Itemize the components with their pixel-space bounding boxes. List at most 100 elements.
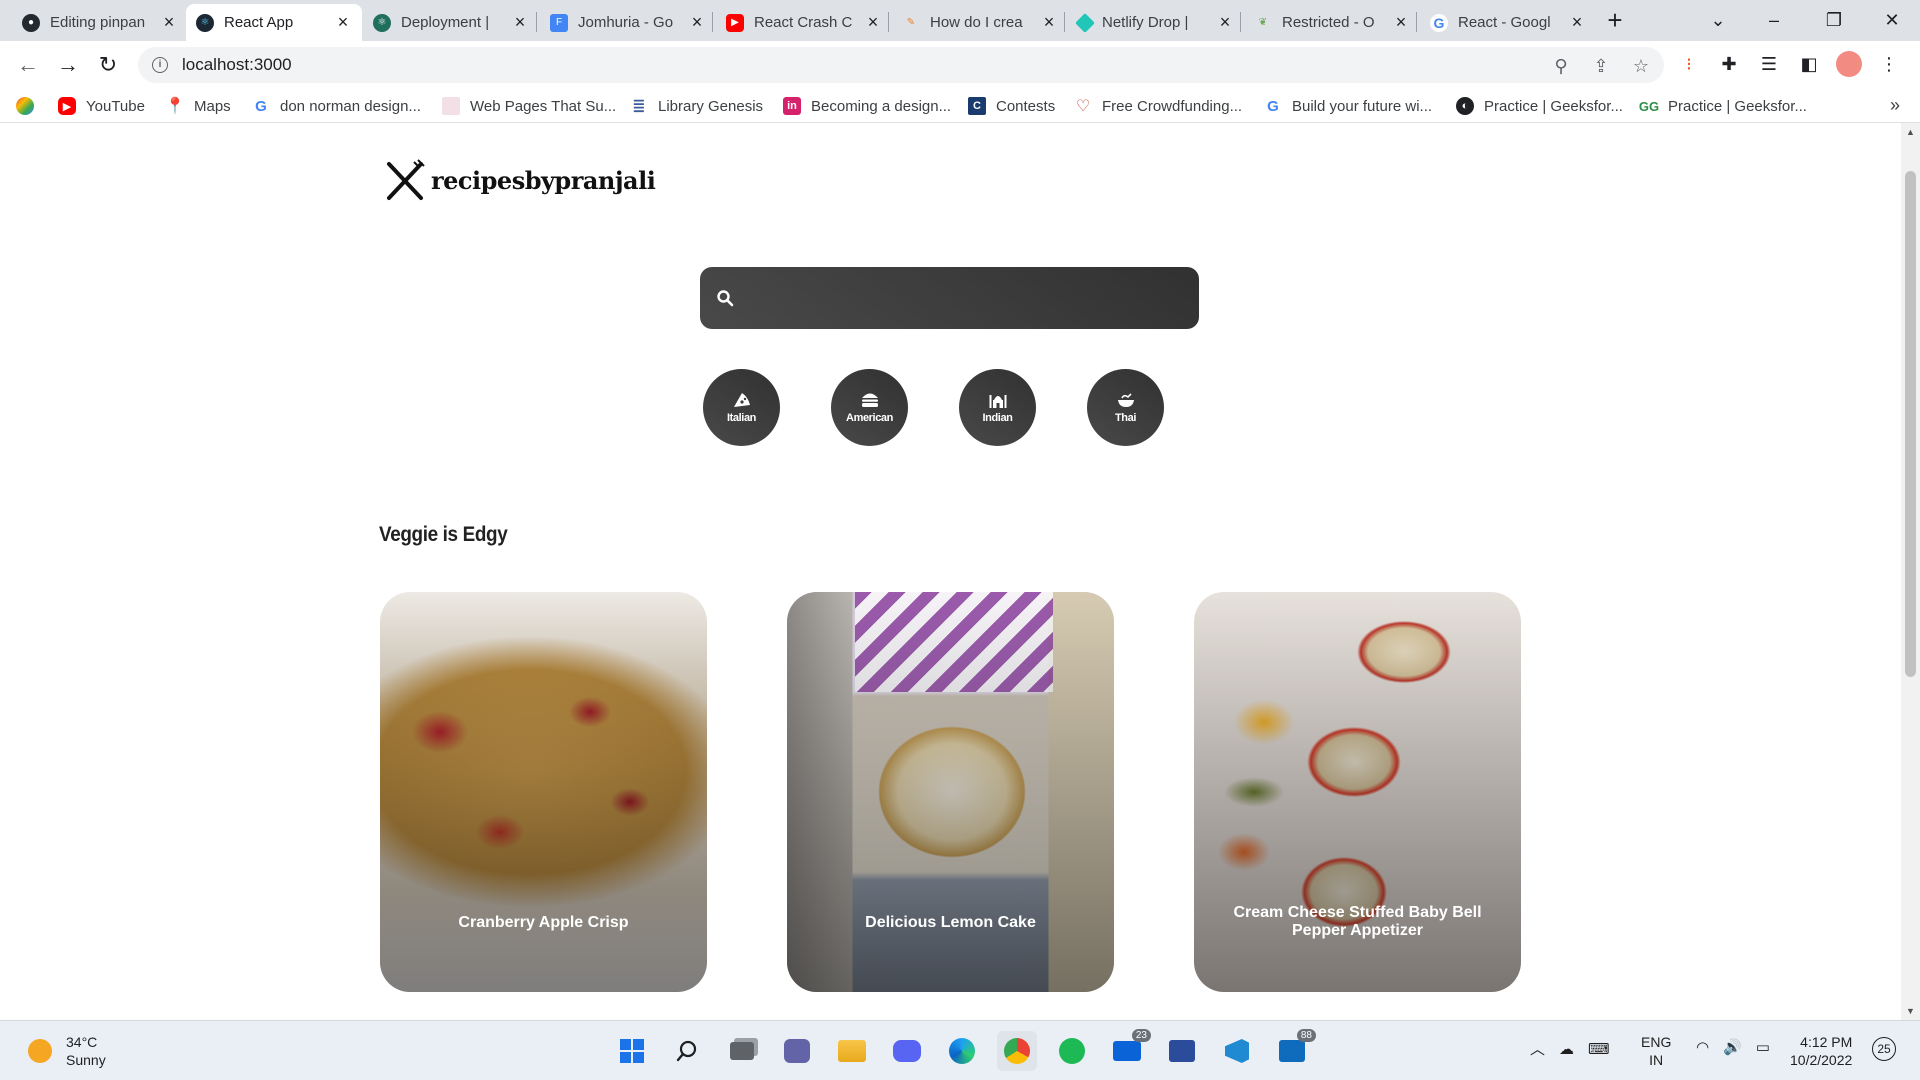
mail-badge: 23 [1131,1029,1151,1042]
scroll-up-arrow-icon[interactable]: ▲ [1906,127,1915,137]
recipe-card[interactable]: Delicious Lemon Cake [787,592,1114,992]
close-tab-icon[interactable]: × [864,12,882,33]
bookmark-star-icon[interactable]: ☆ [1630,55,1652,77]
scrollbar-thumb[interactable] [1905,171,1916,677]
chrome-icon [1004,1038,1030,1064]
bookmark-don-norman[interactable]: G don norman design... [252,95,421,117]
bookmark-maps[interactable]: 📍 Maps [165,95,231,117]
windows-logo-icon [620,1039,644,1063]
bookmark-youtube[interactable]: ▶ YouTube [58,95,145,117]
recipe-card[interactable]: Cream Cheese Stuffed Baby Bell Pepper Ap… [1194,592,1521,992]
discord-button[interactable] [887,1031,927,1071]
hamburger-icon [861,393,878,407]
bookmark-apps[interactable] [16,95,44,117]
figma-extension-icon[interactable]: ⁝ [1676,51,1702,77]
outlook-button[interactable]: 88 [1272,1029,1316,1071]
new-tab-button[interactable]: + [1600,6,1630,36]
edge-button[interactable] [942,1031,982,1071]
windows-taskbar: 34°C Sunny 23 88 ︿ ☁ ⌨ ENG IN ◠ 🔊 ▭ 4:12… [0,1020,1920,1080]
tab-restricted[interactable]: ❦ Restricted - O × [1244,4,1420,41]
volume-icon[interactable]: 🔊 [1723,1038,1742,1056]
dev-community-button[interactable] [1162,1031,1202,1071]
back-button[interactable]: ← [14,51,42,79]
extensions-puzzle-icon[interactable]: ✚ [1716,51,1742,77]
bookmark-library-genesis[interactable]: ≣ Library Genesis [630,95,763,117]
weather-widget[interactable]: 34°C Sunny [28,1033,106,1069]
close-tab-icon[interactable]: × [334,12,352,33]
bookmark-practice-gfg-2[interactable]: GG Practice | Geeksfor... [1639,95,1807,117]
sun-icon [28,1039,52,1063]
page-scrollbar[interactable]: ▲ ▼ [1901,123,1920,1020]
wifi-icon[interactable]: ◠ [1696,1038,1709,1056]
reading-list-icon[interactable]: ☰ [1756,51,1782,77]
notification-badge[interactable]: 25 [1872,1037,1896,1061]
noodle-bowl-icon [1117,393,1134,407]
bookmark-crowdfunding[interactable]: ♡ Free Crowdfunding... [1074,95,1242,117]
keyboard-icon[interactable]: ⌨ [1588,1040,1610,1058]
bookmark-build-your-future[interactable]: G Build your future wi... [1264,95,1432,117]
chrome-button[interactable] [997,1031,1037,1071]
teams-chat-button[interactable] [777,1031,817,1071]
bookmark-practice-gfg-1[interactable]: ◐ Practice | Geeksfor... [1456,95,1623,117]
bookmark-becoming-designer[interactable]: in Becoming a design... [783,95,951,117]
zoom-icon[interactable]: ⚲ [1550,55,1572,77]
close-tab-icon[interactable]: × [688,12,706,33]
close-tab-icon[interactable]: × [1392,12,1410,33]
vscode-icon [1225,1039,1249,1063]
tab-react-app[interactable]: ⚛ React App × [186,4,362,41]
tab-editing-pinpan[interactable]: ● Editing pinpan × [12,4,188,41]
cuisine-italian[interactable]: Italian [703,369,780,446]
search-form [700,267,1199,329]
onedrive-icon[interactable]: ☁ [1559,1040,1574,1058]
clock[interactable]: 4:12 PM 10/2/2022 [1790,1033,1852,1069]
close-tab-icon[interactable]: × [511,12,529,33]
language-indicator[interactable]: ENG IN [1641,1033,1671,1069]
recipe-card[interactable]: Cranberry Apple Crisp [380,592,707,992]
tab-deployment[interactable]: ⚛ Deployment | × [363,4,539,41]
scroll-down-arrow-icon[interactable]: ▼ [1906,1006,1915,1016]
tab-react-crash-course[interactable]: ▶ React Crash C × [716,4,892,41]
search-input[interactable] [752,287,1172,309]
mail-icon [1113,1041,1141,1061]
reload-button[interactable]: ↻ [94,51,122,79]
close-window-button[interactable]: ✕ [1864,0,1920,41]
more-bookmarks-icon[interactable]: » [1890,95,1900,116]
bookmark-contests[interactable]: C Contests [968,95,1055,117]
cuisine-thai[interactable]: Thai [1087,369,1164,446]
address-bar[interactable]: i localhost:3000 ⚲ ⇪ ☆ [138,47,1664,83]
chrome-menu-icon[interactable]: ⋮ [1876,51,1902,77]
close-tab-icon[interactable]: × [1040,12,1058,33]
battery-icon[interactable]: ▭ [1756,1038,1770,1056]
tab-react-google[interactable]: G React - Googl × [1420,4,1596,41]
cuisine-american[interactable]: American [831,369,908,446]
profile-avatar[interactable] [1836,51,1862,77]
start-button[interactable] [612,1031,652,1071]
site-info-icon[interactable]: i [152,57,168,73]
tab-separator [1240,12,1241,32]
url-text[interactable]: localhost:3000 [182,55,292,75]
chevron-up-icon[interactable]: ︿ [1530,1038,1545,1059]
task-view-button[interactable] [722,1031,762,1071]
tab-how-do-i-create[interactable]: ✎ How do I crea × [892,4,1068,41]
vscode-button[interactable] [1217,1031,1257,1071]
forward-button[interactable]: → [54,51,82,79]
site-logo[interactable]: recipesbypranjali [383,158,656,202]
share-icon[interactable]: ⇪ [1590,55,1612,77]
search-taskbar-button[interactable] [667,1031,707,1071]
minimize-button[interactable]: – [1746,0,1802,41]
tab-netlify-drop[interactable]: Netlify Drop | × [1068,4,1244,41]
bookmark-web-pages[interactable]: Web Pages That Su... [442,95,616,117]
restore-button[interactable]: ❐ [1806,0,1862,41]
google-fonts-icon: F [550,13,568,32]
file-explorer-button[interactable] [832,1031,872,1071]
spotify-button[interactable] [1052,1031,1092,1071]
cuisine-indian[interactable]: Indian [959,369,1036,446]
close-tab-icon[interactable]: × [160,12,178,33]
mail-button[interactable]: 23 [1107,1029,1151,1071]
close-tab-icon[interactable]: × [1568,12,1586,33]
tab-search-button[interactable]: ⌄ [1690,0,1746,41]
tab-jomhuria[interactable]: F Jomhuria - Go × [540,4,716,41]
youtube-icon: ▶ [726,13,744,32]
side-panel-icon[interactable]: ◧ [1796,51,1822,77]
close-tab-icon[interactable]: × [1216,12,1234,33]
